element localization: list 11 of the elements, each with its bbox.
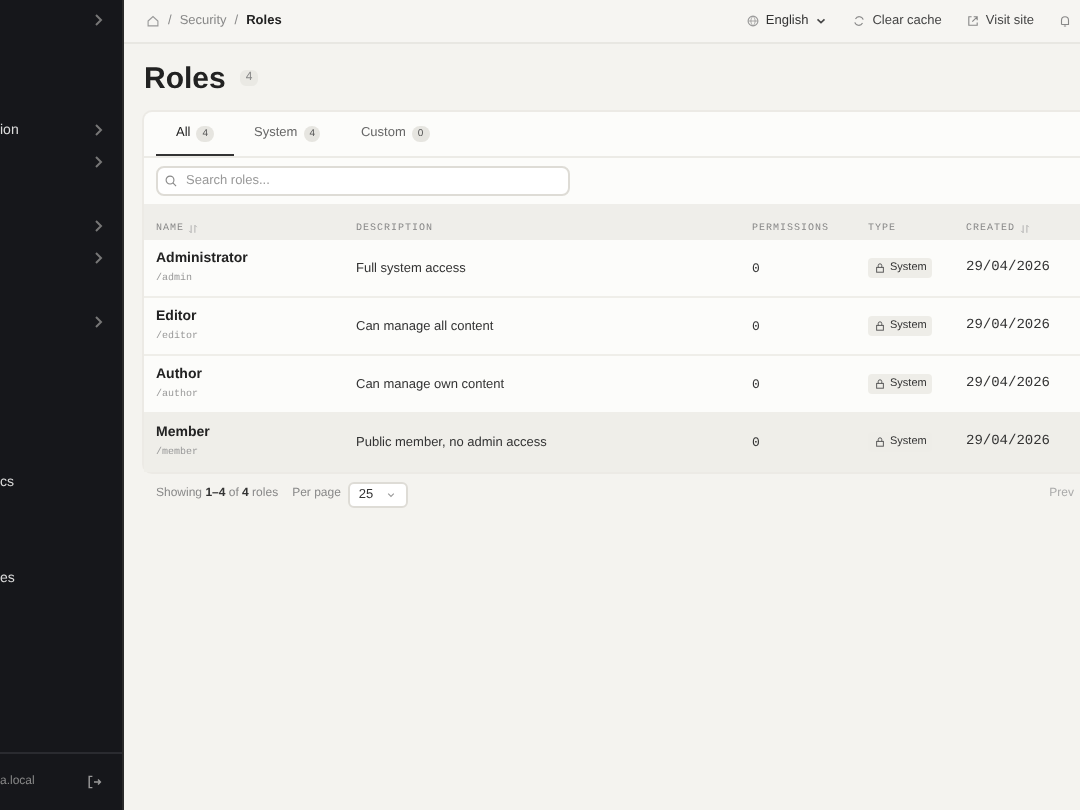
bell-icon[interactable] [1058, 14, 1072, 28]
external-link-icon [965, 14, 980, 28]
chevron-right-icon[interactable] [92, 314, 104, 330]
chevron-down-icon [814, 14, 829, 28]
chevron-down-icon [384, 487, 399, 501]
chevron-right-icon[interactable] [92, 12, 104, 28]
page-title: Roles [144, 61, 226, 95]
logout-icon[interactable] [86, 774, 102, 790]
refresh-icon [852, 14, 867, 28]
globe-icon [745, 14, 760, 28]
home-icon[interactable] [146, 14, 160, 28]
